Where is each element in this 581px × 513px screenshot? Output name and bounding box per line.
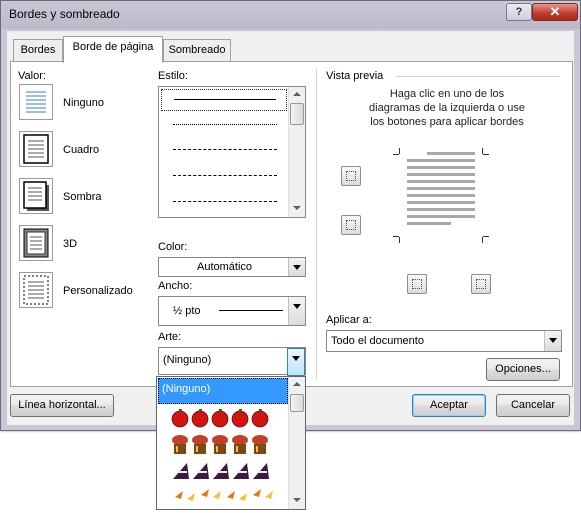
style-scroll-down-icon[interactable] [289, 201, 305, 215]
help-button[interactable]: ? [506, 3, 532, 21]
style-long-dashed-line[interactable] [173, 175, 277, 176]
art-scroll-down-icon[interactable] [289, 493, 305, 507]
setting-box-icon [19, 131, 53, 167]
art-scroll-up-icon[interactable] [289, 377, 305, 391]
setting-option-personalizado[interactable]: Personalizado [19, 272, 139, 312]
color-dropdown-arrow-icon[interactable] [288, 258, 305, 276]
crop-mark [399, 237, 400, 243]
art-value: (Ninguno) [163, 354, 212, 366]
right-border-button[interactable] [471, 274, 491, 294]
preview-line [427, 152, 475, 155]
style-item-selected[interactable] [161, 89, 287, 111]
setting-custom-label: Personalizado [63, 285, 133, 297]
apply-to-dropdown[interactable]: Todo el documento [326, 330, 562, 352]
style-scroll-up-icon[interactable] [289, 87, 305, 101]
dialog-window: Bordes y sombreado ? ✕ Bordes Borde de p… [0, 0, 581, 431]
color-dropdown[interactable]: Automático [158, 257, 306, 277]
preview-line [407, 201, 475, 204]
style-dotted-line[interactable] [173, 124, 277, 125]
accept-button[interactable]: Aceptar [412, 394, 486, 417]
preview-line [407, 166, 475, 169]
setting-option-cuadro[interactable]: Cuadro [19, 131, 139, 171]
setting-box-label: Cuadro [63, 144, 100, 156]
preview-text-lines [407, 152, 475, 225]
dialog-client-area: Bordes Borde de página Sombreado Valor: … [7, 31, 574, 425]
art-dropdown-list[interactable]: (Ninguno) [156, 376, 306, 510]
setting-custom-icon [19, 272, 53, 308]
options-button[interactable]: Opciones... [486, 358, 560, 381]
top-border-button[interactable] [341, 166, 361, 186]
left-border-button[interactable] [407, 274, 427, 294]
setting-option-3d[interactable]: 3D [19, 225, 139, 265]
art-list-scrollbar[interactable] [288, 377, 305, 509]
art-dropdown[interactable]: (Ninguno) [158, 347, 306, 376]
art-dropdown-arrow-icon[interactable] [287, 348, 305, 376]
setting-3d-label: 3D [63, 238, 78, 250]
preview-line [407, 222, 451, 225]
style-scrollbar[interactable] [288, 87, 305, 217]
crop-mark [482, 148, 483, 154]
art-row-cake-slices[interactable] [171, 459, 283, 479]
preview-line [407, 215, 475, 218]
crop-mark [393, 154, 399, 155]
art-row-candy-corn[interactable] [171, 483, 283, 503]
art-scroll-thumb[interactable] [290, 394, 304, 412]
color-label: Color: [158, 241, 188, 253]
width-dropdown-arrow-icon[interactable] [288, 297, 305, 325]
preview-line [407, 208, 475, 211]
style-label: Estilo: [158, 70, 188, 82]
tab-bordes[interactable]: Bordes [13, 39, 63, 61]
apply-to-value: Todo el documento [331, 335, 424, 347]
window-title: Bordes y sombreado [9, 7, 120, 21]
preview-page[interactable] [391, 144, 491, 244]
crop-mark [483, 236, 489, 237]
preview-hint: Haga clic en uno de los diagramas de la … [369, 88, 525, 128]
setting-shadow-label: Sombra [63, 191, 102, 203]
apply-to-arrow-icon[interactable] [544, 331, 561, 351]
preview-line [407, 159, 475, 162]
setting-3d-icon [19, 225, 53, 261]
art-row-cupcakes[interactable] [171, 433, 283, 454]
crop-mark [399, 148, 400, 154]
cancel-button[interactable]: Cancelar [496, 394, 570, 417]
horizontal-line-button[interactable]: Línea horizontal... [10, 394, 114, 417]
tab-sombreado[interactable]: Sombreado [163, 39, 231, 61]
preview-line [407, 187, 475, 190]
title-bar[interactable]: Bordes y sombreado ? ✕ [1, 1, 580, 29]
setting-option-ninguno[interactable]: Ninguno [19, 84, 139, 124]
tab-panel: Valor: Ninguno Cuadro Sombra 3D Personal… [10, 61, 573, 387]
width-label: Ancho: [158, 280, 193, 292]
color-value: Automático [197, 261, 253, 273]
apply-to-label: Aplicar a: [326, 314, 372, 326]
vertical-separator [316, 68, 317, 380]
art-list-item-selected[interactable]: (Ninguno) [158, 378, 288, 404]
art-label: Arte: [158, 331, 182, 343]
preview-line [407, 194, 475, 197]
setting-option-sombra[interactable]: Sombra [19, 178, 139, 218]
style-dash-dot-line[interactable] [173, 201, 277, 202]
preview-line [407, 173, 475, 176]
setting-none-label: Ninguno [63, 97, 104, 109]
art-list-item-label: (Ninguno) [162, 383, 211, 395]
setting-label: Valor: [18, 70, 46, 82]
close-button[interactable]: ✕ [532, 3, 578, 21]
style-scroll-thumb[interactable] [290, 103, 304, 125]
width-line-sample [219, 310, 283, 311]
style-listbox[interactable] [158, 86, 306, 218]
crop-mark [482, 237, 483, 243]
bottom-border-button[interactable] [341, 215, 361, 235]
style-solid-line [174, 99, 276, 100]
tab-borde-de-pagina[interactable]: Borde de página [63, 36, 163, 63]
art-row-apples[interactable] [171, 407, 283, 428]
preview-label: Vista previa [326, 70, 384, 82]
width-dropdown[interactable]: ½ pto [158, 296, 306, 326]
crop-mark [483, 154, 489, 155]
style-dashed-line[interactable] [173, 149, 277, 150]
setting-none-icon [19, 84, 53, 120]
preview-line [407, 180, 475, 183]
preview-separator [396, 76, 560, 77]
setting-shadow-icon [19, 178, 53, 214]
width-value: ½ pto [173, 305, 201, 317]
